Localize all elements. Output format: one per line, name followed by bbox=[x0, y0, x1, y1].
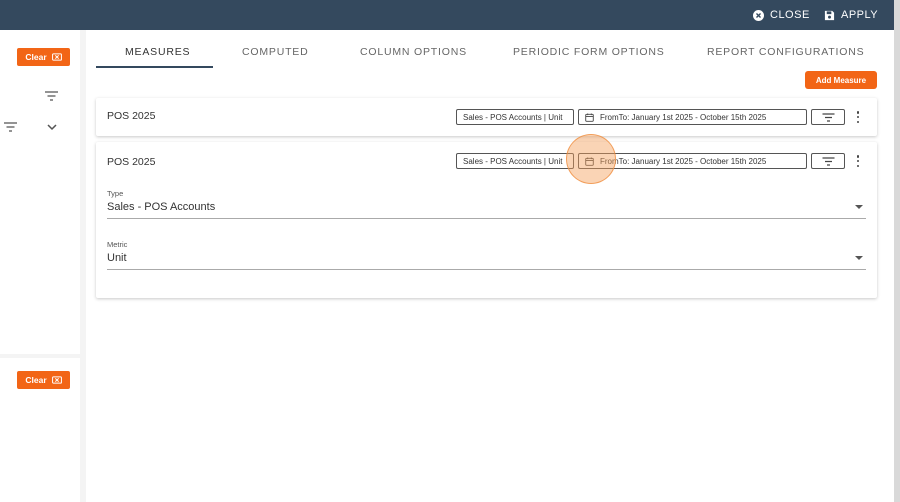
tab-column-options[interactable]: COLUMN OPTIONS bbox=[360, 46, 467, 58]
tab-computed[interactable]: COMPUTED bbox=[242, 46, 308, 58]
filter-icon bbox=[822, 112, 834, 122]
tab-bar: MEASURES COMPUTED COLUMN OPTIONS PERIODI… bbox=[96, 30, 876, 68]
close-button[interactable]: CLOSE bbox=[753, 9, 810, 21]
apply-label: APPLY bbox=[841, 9, 879, 21]
clear-x-icon bbox=[51, 53, 62, 61]
type-label: Type bbox=[107, 189, 124, 198]
measure-filter-button[interactable] bbox=[811, 153, 845, 169]
dropdown-caret-icon bbox=[855, 256, 863, 260]
measure-card-expanded: POS 2025 Sales - POS Accounts | Unit Fro… bbox=[96, 142, 877, 298]
filter-panel: Clear bbox=[0, 30, 80, 354]
clear-label: Clear bbox=[25, 375, 47, 385]
filter-panel-lower: Clear bbox=[0, 358, 80, 502]
metric-label: Metric bbox=[107, 240, 128, 249]
top-bar: CLOSE APPLY bbox=[0, 0, 894, 30]
dropdown-caret-icon bbox=[855, 205, 863, 209]
measure-filter-button[interactable] bbox=[811, 109, 845, 125]
metric-select[interactable]: Unit bbox=[107, 250, 866, 270]
more-options-icon[interactable] bbox=[854, 154, 862, 168]
filter-icon bbox=[822, 156, 834, 166]
save-icon bbox=[824, 10, 835, 20]
measure-title: POS 2025 bbox=[107, 156, 156, 168]
filter-icon[interactable] bbox=[4, 122, 17, 132]
measure-type-chip[interactable]: Sales - POS Accounts | Unit bbox=[456, 153, 574, 169]
calendar-icon bbox=[585, 156, 594, 166]
measure-card: POS 2025 Sales - POS Accounts | Unit Fro… bbox=[96, 98, 877, 136]
tab-measures[interactable]: MEASURES bbox=[125, 46, 190, 58]
clear-button[interactable]: Clear bbox=[17, 48, 70, 66]
clear-button[interactable]: Clear bbox=[17, 371, 70, 389]
chevron-down-icon[interactable] bbox=[47, 124, 57, 131]
type-select[interactable]: Sales - POS Accounts bbox=[107, 199, 866, 219]
tab-periodic-form-options[interactable]: PERIODIC FORM OPTIONS bbox=[513, 46, 665, 58]
metric-value: Unit bbox=[107, 252, 127, 264]
main-panel: MEASURES COMPUTED COLUMN OPTIONS PERIODI… bbox=[86, 30, 894, 502]
add-measure-button[interactable]: Add Measure bbox=[805, 71, 877, 89]
scrollbar[interactable] bbox=[894, 0, 900, 502]
date-range-chip[interactable]: FromTo: January 1st 2025 - October 15th … bbox=[578, 153, 807, 169]
more-options-icon[interactable] bbox=[854, 110, 862, 124]
filter-icon[interactable] bbox=[45, 91, 58, 101]
measure-title: POS 2025 bbox=[107, 110, 156, 122]
close-label: CLOSE bbox=[770, 9, 810, 21]
apply-button[interactable]: APPLY bbox=[824, 9, 878, 21]
type-value: Sales - POS Accounts bbox=[107, 201, 216, 213]
clear-label: Clear bbox=[25, 52, 47, 62]
tab-report-configurations[interactable]: REPORT CONFIGURATIONS bbox=[707, 46, 864, 58]
date-range-chip[interactable]: FromTo: January 1st 2025 - October 15th … bbox=[578, 109, 807, 125]
clear-x-icon bbox=[51, 376, 62, 384]
close-circle-icon bbox=[753, 9, 764, 21]
active-tab-indicator bbox=[96, 66, 213, 68]
measure-type-chip[interactable]: Sales - POS Accounts | Unit bbox=[456, 109, 574, 125]
calendar-icon bbox=[585, 112, 594, 122]
